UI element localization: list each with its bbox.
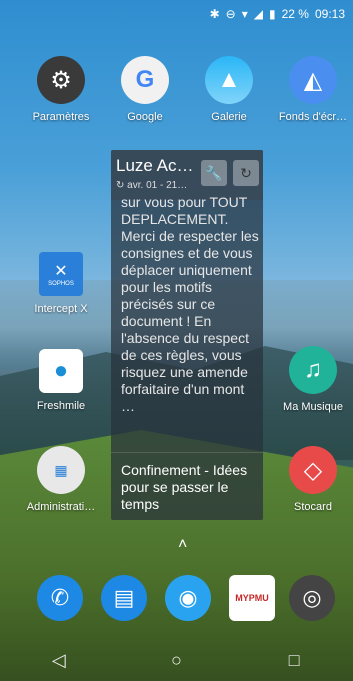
news-widget[interactable]: Luze Ac… ↻ avr. 01 - 21… 🔧 ↻ sur vous po… (111, 150, 263, 520)
widget-date: ↻ avr. 01 - 21… (116, 180, 187, 191)
app-label: Freshmile (36, 400, 86, 412)
app-label: Ma Musique (283, 401, 343, 413)
bluetooth-icon: ✱ (209, 7, 220, 21)
battery-icon: ▮ (269, 7, 276, 21)
dnd-icon: ⊖ (225, 7, 236, 21)
app-ma-musique[interactable]: ♫ Ma Musique (270, 346, 353, 413)
back-icon[interactable]: ◁ (39, 650, 79, 671)
widget-item-2-text: Confinement - Idées pour se passer le te… (121, 462, 248, 512)
widget-item-1-text: sur vous pour TOUT DEPLACEMENT. Merci de… (121, 194, 259, 414)
app-google[interactable]: G Google (102, 56, 188, 123)
app-galerie[interactable]: ▲ Galerie (186, 56, 272, 123)
widget-title: Luze Ac… (116, 156, 194, 175)
gear-icon: ⚙ (37, 56, 85, 104)
app-administrati[interactable]: ▦ Administrati… (18, 446, 104, 513)
home-icon[interactable]: ○ (156, 650, 196, 671)
camera-icon[interactable]: ◎ (289, 575, 335, 621)
widget-date-text: avr. 01 - 21… (127, 180, 188, 191)
battery-percent: 22 % (281, 7, 309, 21)
contacts-icon[interactable]: ◉ (165, 575, 211, 621)
widget-item-2[interactable]: Confinement - Idées pour se passer le te… (121, 462, 259, 513)
refresh-icon[interactable]: ↻ (233, 160, 259, 186)
status-bar: ✱ ⊖ ▾ ◢ ▮ 22 % 09:13 (0, 0, 353, 28)
freshmile-icon: ● (39, 349, 83, 393)
admin-folder-icon: ▦ (37, 446, 85, 494)
app-label: Intercept X (34, 303, 88, 315)
clock: 09:13 (314, 7, 345, 21)
phone-icon[interactable]: ✆ (37, 575, 83, 621)
app-fonds-ecran[interactable]: ◭ Fonds d'écr… (270, 56, 353, 123)
google-folder-icon: G (121, 56, 169, 104)
wallpaper-icon: ◭ (289, 56, 337, 104)
app-label: Fonds d'écr… (278, 111, 348, 123)
dock: ✆ ▤ ◉ MYPMU ◎ (0, 575, 353, 635)
wrench-icon[interactable]: 🔧 (201, 160, 227, 186)
sync-icon: ↻ (116, 180, 128, 191)
nav-bar: ◁ ○ □ (0, 640, 353, 681)
mypmu-icon[interactable]: MYPMU (229, 575, 275, 621)
signal-icon: ◢ (253, 7, 263, 21)
gallery-icon: ▲ (205, 56, 253, 104)
messages-icon[interactable]: ▤ (101, 575, 147, 621)
app-freshmile[interactable]: ● Freshmile (18, 349, 104, 412)
app-drawer-chevron-icon[interactable]: ˄ (178, 536, 187, 554)
mypmu-label: MYPMU (235, 593, 269, 603)
divider (111, 452, 263, 453)
app-parametres[interactable]: ⚙ Paramètres (18, 56, 104, 123)
app-label: Stocard (294, 501, 332, 513)
stocard-icon: ◇ (289, 446, 337, 494)
wifi-icon: ▾ (241, 7, 248, 21)
app-label: Google (127, 111, 163, 123)
music-icon: ♫ (289, 346, 337, 394)
recents-icon[interactable]: □ (274, 650, 314, 671)
widget-item-1[interactable]: sur vous pour TOUT DEPLACEMENT. Merci de… (121, 194, 259, 415)
app-label: Administrati… (26, 501, 96, 513)
app-intercept-x[interactable]: ✕ SOPHOS Intercept X (18, 252, 104, 315)
app-stocard[interactable]: ◇ Stocard (270, 446, 353, 513)
app-label: Galerie (211, 111, 247, 123)
widget-header: Luze Ac… ↻ avr. 01 - 21… 🔧 ↻ (111, 150, 263, 200)
sophos-icon: ✕ SOPHOS (39, 252, 83, 296)
app-label: Paramètres (32, 111, 90, 123)
